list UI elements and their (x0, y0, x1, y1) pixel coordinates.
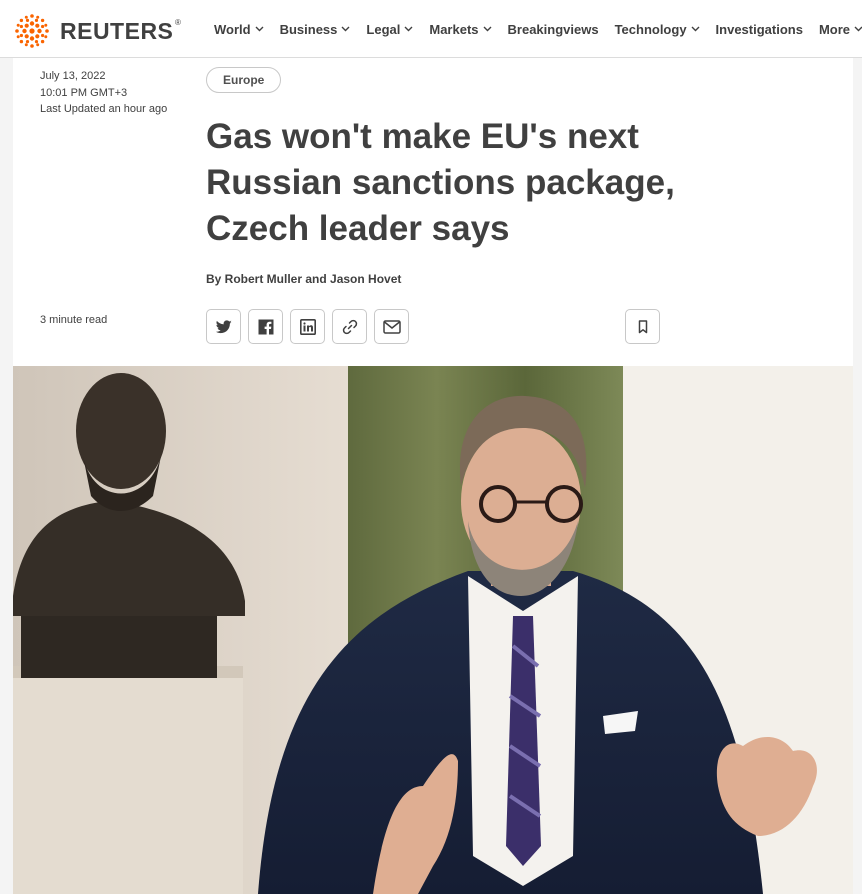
article-meta: July 13, 2022 10:01 PM GMT+3 Last Update… (40, 68, 167, 118)
nav-item-world[interactable]: World (214, 22, 264, 37)
reuters-logo[interactable]: REUTERS ® (12, 11, 181, 51)
chevron-down-icon (255, 26, 264, 32)
nav-item-technology[interactable]: Technology (615, 22, 700, 37)
nav-item-label: Breakingviews (507, 21, 599, 37)
nav-item-label: More (818, 21, 851, 37)
chevron-down-icon (341, 26, 350, 32)
site-header: REUTERS ® World Business Legal Markets B… (0, 0, 862, 58)
twitter-icon (215, 319, 232, 333)
nav-item-breakingviews[interactable]: Breakingviews (508, 22, 599, 37)
lead-photo (13, 366, 853, 894)
nav-item-label: Business (279, 21, 338, 37)
publish-time: 10:01 PM GMT+3 (40, 86, 128, 99)
bookmark-icon (638, 319, 647, 333)
chevron-down-icon (691, 26, 700, 32)
share-twitter-button[interactable] (206, 309, 241, 344)
email-icon (382, 319, 401, 334)
reuters-wordmark: REUTERS ® (60, 17, 181, 45)
nav-item-label: World (214, 21, 251, 37)
share-linkedin-button[interactable] (290, 309, 325, 344)
share-facebook-button[interactable] (248, 309, 283, 344)
copy-link-button[interactable] (332, 309, 367, 344)
nav-item-label: Investigations (715, 21, 803, 37)
nav-item-label: Technology (614, 21, 687, 37)
reuters-logo-icon (15, 14, 49, 48)
facebook-icon (258, 319, 273, 335)
article-headline: Gas won't make EU's next Russian sanctio… (206, 117, 675, 248)
chevron-down-icon (404, 26, 413, 32)
chevron-down-icon (483, 26, 492, 32)
publish-date: July 13, 2022 (40, 70, 106, 82)
brand-name: REUTERS (60, 17, 174, 44)
nav-item-investigations[interactable]: Investigations (716, 22, 803, 37)
registered-mark: ® (175, 17, 182, 27)
last-updated: Last Updated an hour ago (40, 103, 168, 115)
chevron-down-icon (854, 26, 862, 32)
linkedin-icon (299, 318, 316, 335)
nav-item-business[interactable]: Business (280, 22, 351, 37)
share-email-button[interactable] (374, 309, 409, 344)
link-icon (342, 319, 357, 334)
read-time: 3 minute read (40, 314, 108, 326)
byline: By Robert Muller and Jason Hovet (206, 272, 402, 286)
nav-item-label: Markets (429, 21, 479, 37)
bookmark-button[interactable] (625, 309, 660, 344)
nav-item-more[interactable]: More (819, 22, 862, 37)
lead-photo-image (13, 366, 853, 894)
section-tag[interactable]: Europe (206, 67, 282, 93)
nav-item-legal[interactable]: Legal (366, 22, 413, 37)
main-nav: World Business Legal Markets Breakingvie… (206, 0, 862, 58)
share-bar (206, 309, 416, 344)
nav-item-label: Legal (366, 21, 401, 37)
nav-item-markets[interactable]: Markets (429, 21, 492, 37)
article-header: July 13, 2022 10:01 PM GMT+3 Last Update… (13, 58, 853, 366)
